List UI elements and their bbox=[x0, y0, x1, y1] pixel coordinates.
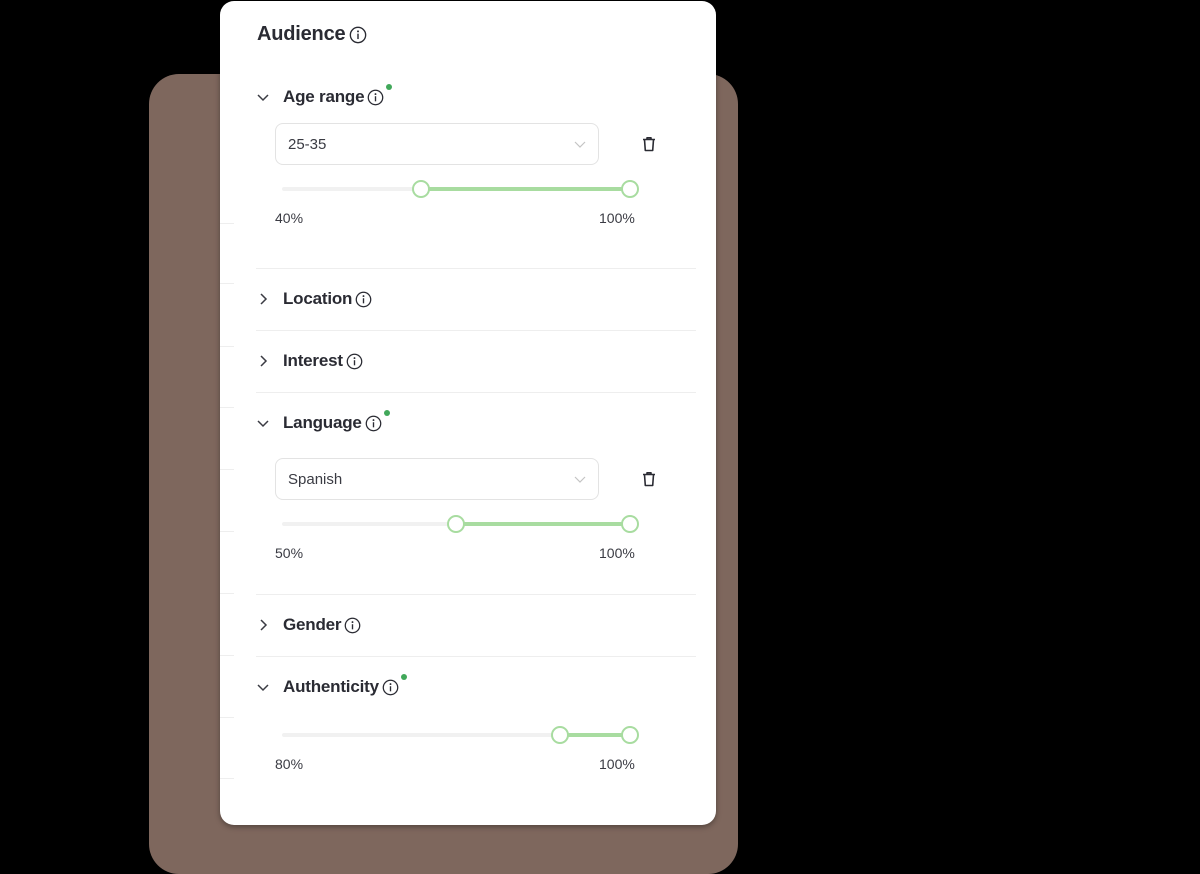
slider-thumb-max[interactable] bbox=[621, 515, 639, 533]
select-value: Spanish bbox=[288, 470, 343, 488]
trash-icon[interactable] bbox=[640, 470, 658, 488]
authenticity-toggle[interactable]: Authenticity bbox=[256, 674, 407, 699]
chevron-right-icon bbox=[260, 293, 268, 305]
age-range-toggle[interactable]: Age range bbox=[256, 84, 393, 109]
location-toggle[interactable]: Location bbox=[256, 287, 372, 311]
section-label: Gender bbox=[283, 615, 342, 634]
age-range-slider[interactable] bbox=[282, 179, 639, 199]
interest-toggle[interactable]: Interest bbox=[256, 349, 363, 373]
edge-line bbox=[220, 223, 234, 224]
divider bbox=[256, 392, 696, 393]
chevron-down-icon bbox=[574, 476, 586, 483]
gender-toggle[interactable]: Gender bbox=[256, 613, 361, 637]
panel-header: Audience bbox=[257, 23, 367, 46]
chevron-down-icon bbox=[574, 141, 586, 148]
divider bbox=[256, 594, 696, 595]
info-icon[interactable] bbox=[382, 679, 399, 696]
edge-line bbox=[220, 346, 234, 347]
chevron-right-icon bbox=[260, 355, 268, 367]
active-indicator-dot bbox=[386, 84, 393, 90]
active-indicator-dot bbox=[383, 410, 390, 416]
edge-line bbox=[220, 593, 234, 594]
language-select[interactable]: Spanish bbox=[275, 458, 599, 500]
section-label: Authenticity bbox=[283, 677, 379, 696]
authenticity-slider[interactable] bbox=[282, 725, 639, 745]
edge-line bbox=[220, 655, 234, 656]
select-value: 25-35 bbox=[288, 135, 327, 153]
info-icon[interactable] bbox=[355, 291, 372, 308]
chevron-down-icon bbox=[257, 684, 269, 692]
info-icon[interactable] bbox=[367, 89, 384, 106]
section-label: Age range bbox=[283, 87, 365, 106]
range-min-label: 40% bbox=[275, 210, 304, 226]
chevron-down-icon bbox=[257, 94, 269, 102]
section-label: Interest bbox=[283, 351, 343, 370]
slider-thumb-min[interactable] bbox=[447, 515, 465, 533]
slider-thumb-max[interactable] bbox=[621, 180, 639, 198]
info-icon[interactable] bbox=[346, 353, 363, 370]
active-indicator-dot bbox=[400, 674, 407, 680]
range-min-label: 80% bbox=[275, 756, 304, 772]
info-icon[interactable] bbox=[349, 26, 367, 44]
section-label: Language bbox=[283, 413, 362, 432]
chevron-right-icon bbox=[260, 619, 268, 631]
chevron-down-icon bbox=[257, 420, 269, 428]
age-range-select[interactable]: 25-35 bbox=[275, 123, 599, 165]
divider bbox=[256, 268, 696, 269]
edge-line bbox=[220, 778, 234, 779]
slider-fill bbox=[421, 187, 630, 191]
divider bbox=[256, 656, 696, 657]
language-slider[interactable] bbox=[282, 514, 639, 534]
range-max-label: 100% bbox=[599, 210, 635, 226]
edge-line bbox=[220, 531, 234, 532]
divider bbox=[256, 330, 696, 331]
trash-icon[interactable] bbox=[640, 135, 658, 153]
slider-fill bbox=[560, 733, 630, 737]
panel-title: Audience bbox=[257, 23, 346, 45]
slider-thumb-max[interactable] bbox=[621, 726, 639, 744]
audience-filter-panel: Audience Age range 25-35 40% 100% Locati… bbox=[220, 1, 716, 825]
info-icon[interactable] bbox=[365, 415, 382, 432]
language-toggle[interactable]: Language bbox=[256, 410, 390, 435]
edge-line bbox=[220, 717, 234, 718]
info-icon[interactable] bbox=[344, 617, 361, 634]
edge-line bbox=[220, 469, 234, 470]
range-max-label: 100% bbox=[599, 756, 635, 772]
slider-thumb-min[interactable] bbox=[412, 180, 431, 198]
edge-line bbox=[220, 283, 234, 284]
edge-line bbox=[220, 407, 234, 408]
range-max-label: 100% bbox=[599, 545, 635, 561]
slider-fill bbox=[456, 522, 630, 526]
range-min-label: 50% bbox=[275, 545, 304, 561]
section-label: Location bbox=[283, 289, 353, 308]
slider-thumb-min[interactable] bbox=[551, 726, 570, 744]
